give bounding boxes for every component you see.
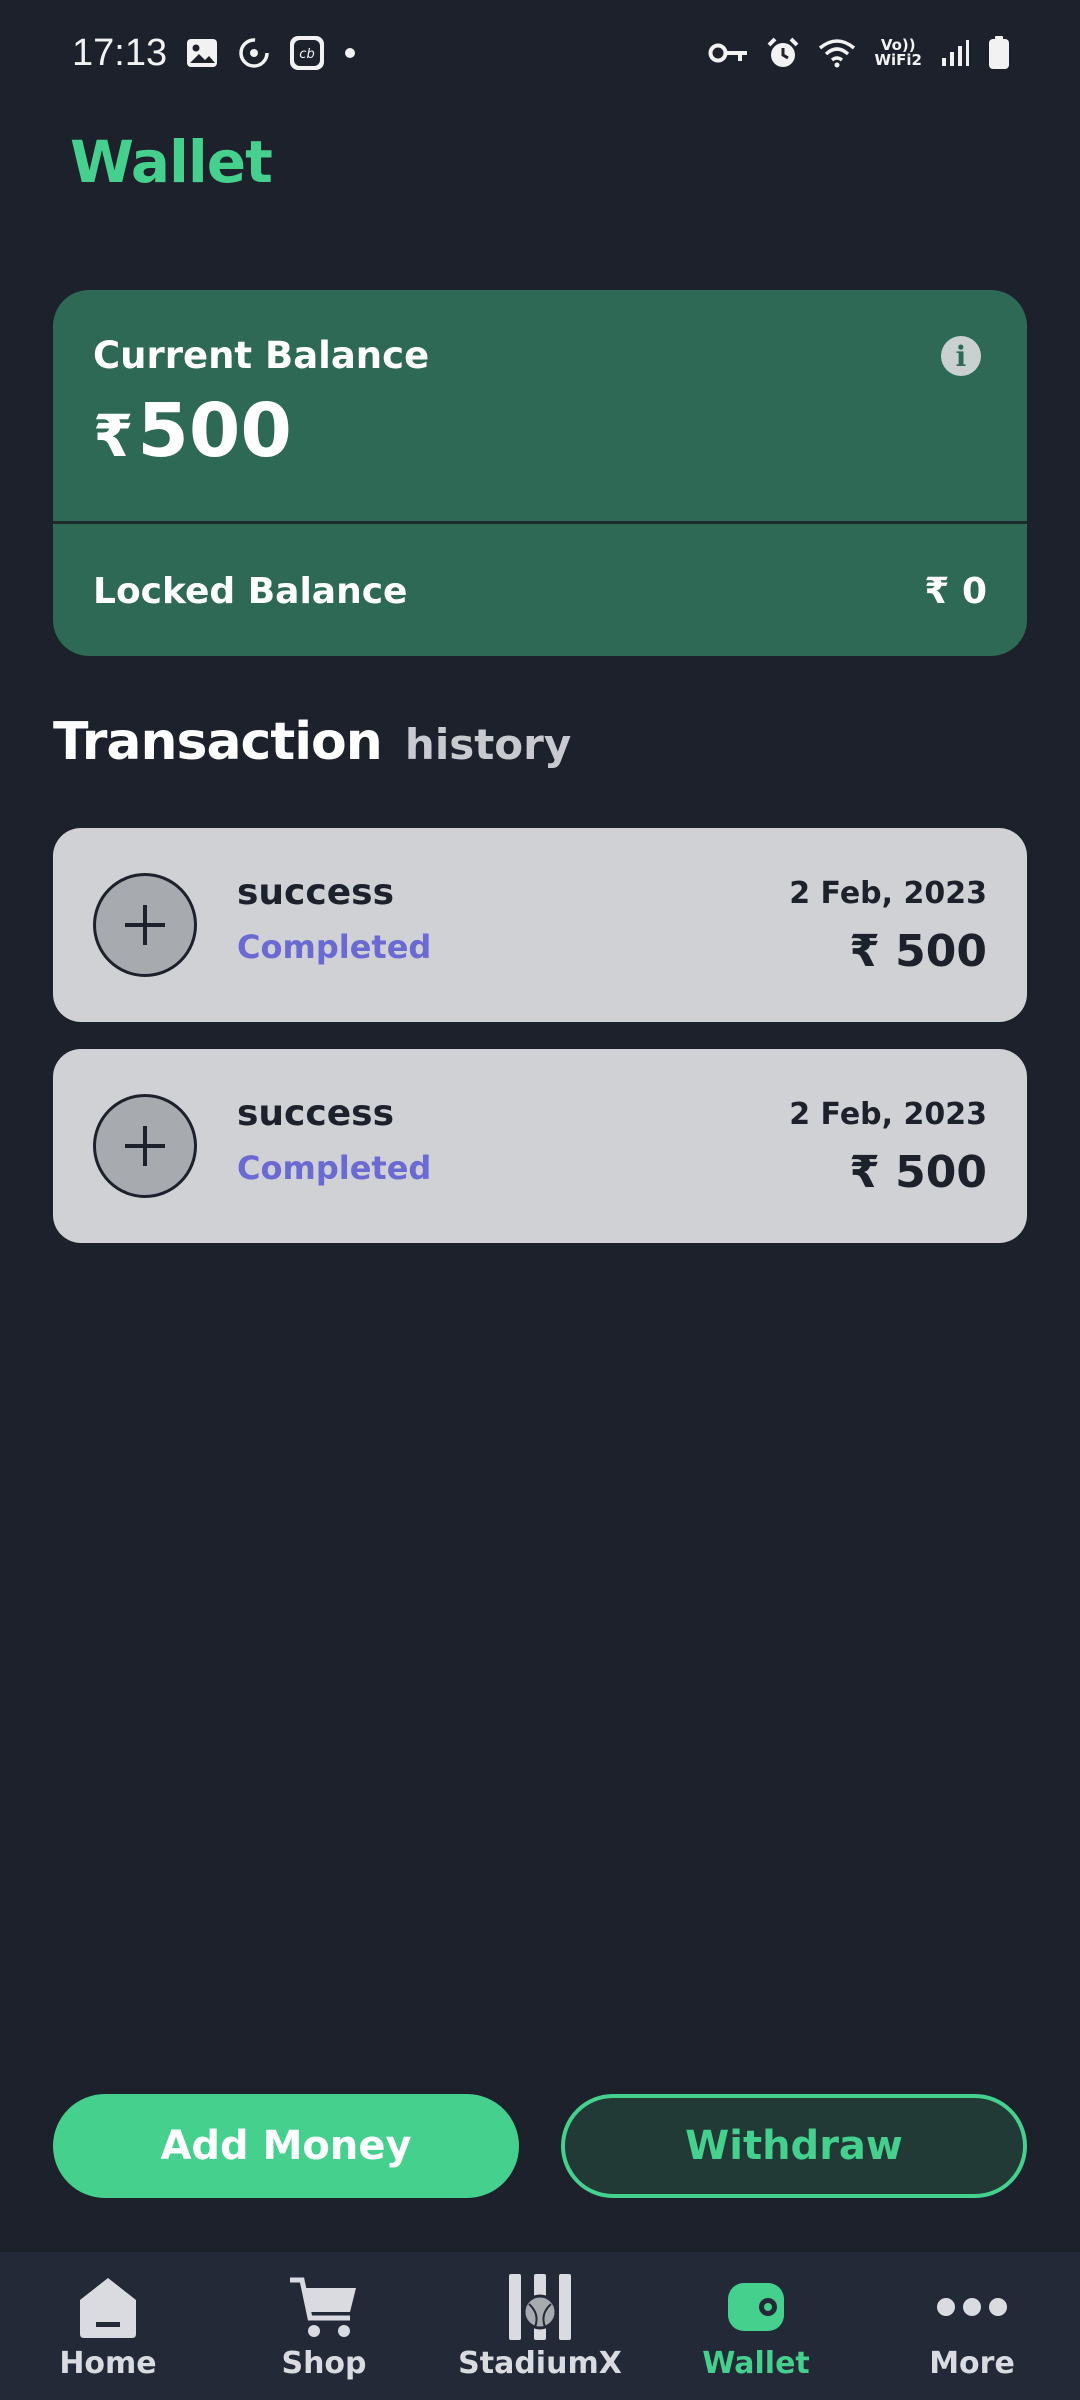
status-left: 17:13 cb: [72, 32, 357, 75]
nav-label-more: More: [929, 2345, 1015, 2381]
locked-balance-label: Locked Balance: [93, 571, 408, 612]
nav-item-shop[interactable]: Shop: [224, 2272, 424, 2381]
wallet-icon: [716, 2272, 796, 2342]
status-time: 17:13: [72, 31, 168, 74]
transaction-amount: ₹ 500: [849, 926, 987, 977]
vpn-key-icon: [708, 41, 748, 65]
page-title: Wallet: [70, 128, 273, 196]
dot-icon: [343, 46, 357, 60]
wifi-label-bottom: WiFi2: [874, 51, 922, 69]
status-right: Vo)) WiFi2: [708, 36, 1010, 70]
transaction-item[interactable]: success Completed 2 Feb, 2023 ₹ 500: [53, 828, 1027, 1022]
signal-icon: [940, 38, 970, 68]
locked-balance-row: Locked Balance ₹ 0: [53, 527, 1027, 656]
add-money-button[interactable]: Add Money: [53, 2094, 519, 2198]
transaction-title: success: [237, 872, 395, 913]
plus-icon: [93, 873, 197, 977]
stadium-icon: [500, 2272, 580, 2342]
cb-app-icon: cb: [289, 35, 325, 71]
current-balance-value: ₹500: [93, 388, 292, 474]
status-bar: 17:13 cb Vo)) WiFi2: [0, 0, 1080, 106]
currency-symbol: ₹: [93, 402, 134, 470]
battery-icon: [988, 36, 1010, 70]
current-balance-section: Current Balance i ₹500: [53, 290, 1027, 524]
nav-label-shop: Shop: [281, 2345, 367, 2381]
info-icon[interactable]: i: [941, 336, 981, 376]
nav-item-home[interactable]: Home: [8, 2272, 208, 2381]
locked-balance-value: ₹ 0: [924, 571, 987, 612]
transaction-amount: ₹ 500: [849, 1147, 987, 1198]
transaction-history-heading: Transaction history: [53, 712, 571, 772]
transaction-heading-sub: history: [404, 720, 572, 769]
svg-text:cb: cb: [299, 47, 314, 62]
transaction-title: success: [237, 1093, 395, 1134]
transaction-item[interactable]: success Completed 2 Feb, 2023 ₹ 500: [53, 1049, 1027, 1243]
nav-item-more[interactable]: More: [872, 2272, 1072, 2381]
bottom-nav: Home Shop StadiumX Wallet More: [0, 2252, 1080, 2400]
wallet-screen: 17:13 cb Vo)) WiFi2 Wallet Current Balan…: [0, 0, 1080, 2400]
transaction-date: 2 Feb, 2023: [789, 876, 987, 911]
more-icon: [932, 2272, 1012, 2342]
nav-item-wallet[interactable]: Wallet: [656, 2272, 856, 2381]
transaction-status: Completed: [237, 1149, 432, 1187]
withdraw-button[interactable]: Withdraw: [561, 2094, 1027, 2198]
image-icon: [185, 36, 219, 70]
alarm-icon: [766, 36, 800, 70]
sync-icon: [237, 36, 271, 70]
transaction-heading-main: Transaction: [53, 712, 383, 772]
current-balance-amount: 500: [137, 388, 292, 474]
transaction-date: 2 Feb, 2023: [789, 1097, 987, 1132]
home-icon: [68, 2272, 148, 2342]
transaction-status: Completed: [237, 928, 432, 966]
nav-item-stadiumx[interactable]: StadiumX: [440, 2272, 640, 2381]
cart-icon: [284, 2272, 364, 2342]
balance-card: Current Balance i ₹500 Locked Balance ₹ …: [53, 290, 1027, 656]
wifi-calling-label: Vo)) WiFi2: [874, 38, 922, 68]
nav-label-stadiumx: StadiumX: [458, 2345, 622, 2381]
nav-label-home: Home: [59, 2345, 157, 2381]
wifi-icon: [818, 37, 856, 69]
nav-label-wallet: Wallet: [702, 2345, 810, 2381]
current-balance-label: Current Balance: [93, 334, 430, 377]
plus-icon: [93, 1094, 197, 1198]
